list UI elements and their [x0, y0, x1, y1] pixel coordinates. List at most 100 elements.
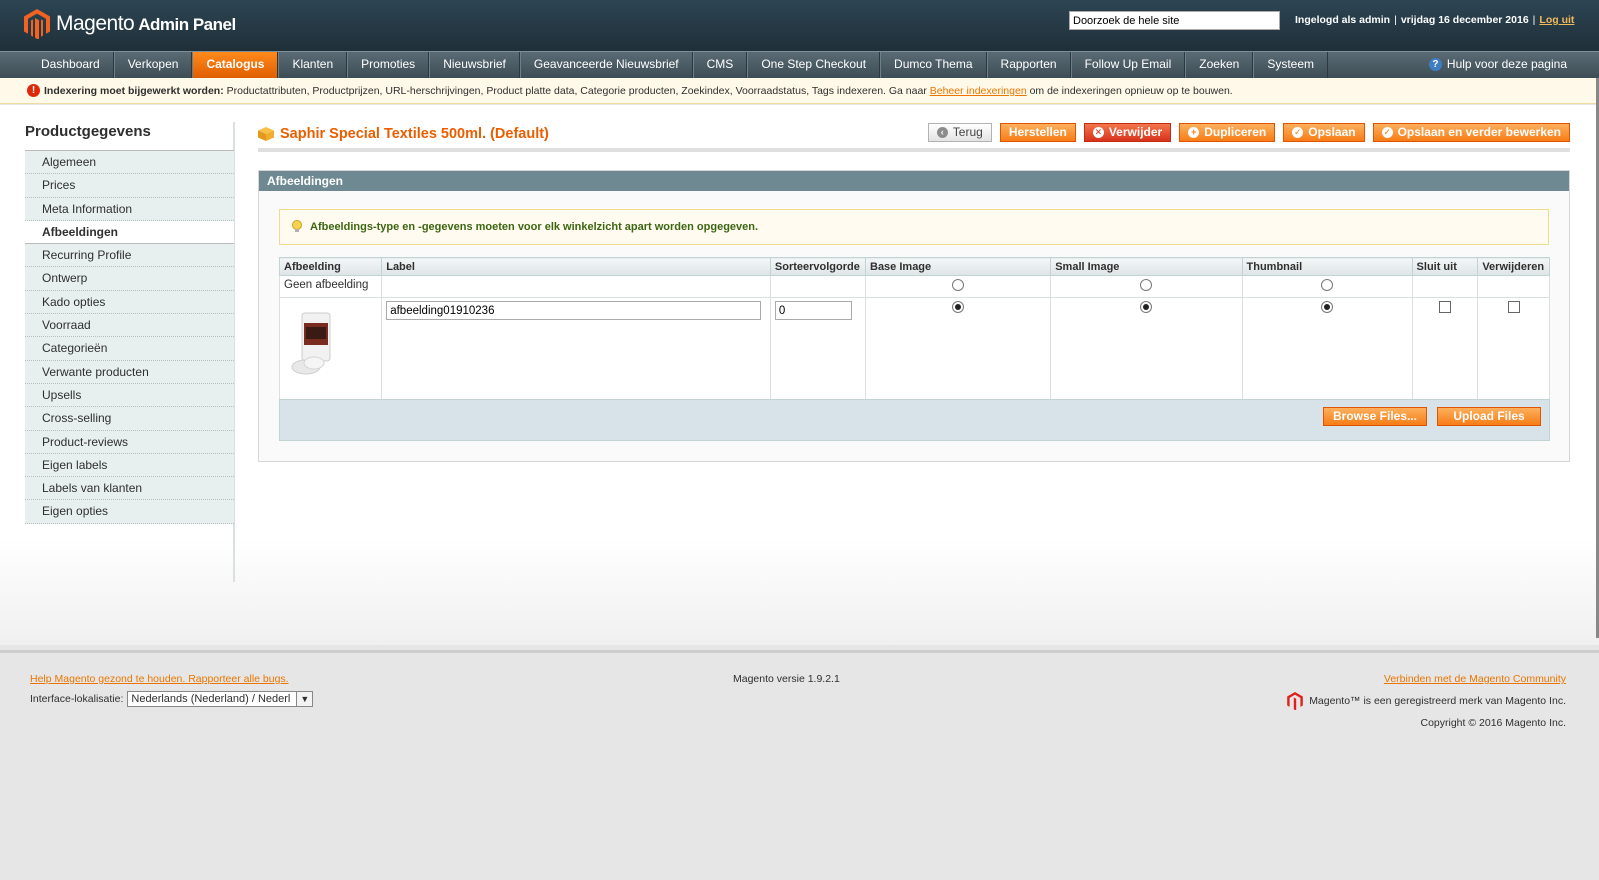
tip-text: Afbeeldings-type en -gegevens moeten voo… [310, 221, 759, 233]
nav-item-promoties[interactable]: Promoties [347, 52, 430, 78]
nav-item-klanten[interactable]: Klanten [278, 52, 348, 78]
error-icon: ! [27, 84, 40, 97]
reset-label: Herstellen [1008, 125, 1067, 139]
nav-item-nieuwsbrief[interactable]: Nieuwsbrief [429, 52, 520, 78]
check-icon: ✓ [1381, 127, 1393, 138]
nav-item-cms[interactable]: CMS [692, 52, 748, 78]
small-image-radio[interactable] [1140, 301, 1153, 313]
column-header-sluit-uit: Sluit uit [1411, 257, 1479, 276]
sort-order-input[interactable] [774, 301, 852, 320]
nav-item-verkopen[interactable]: Verkopen [113, 52, 193, 78]
column-header-afbeelding: Afbeelding [278, 257, 383, 276]
nav-item-rapporten[interactable]: Rapporten [986, 52, 1071, 78]
browse-files-button[interactable]: Browse Files... [1323, 407, 1427, 426]
help-link[interactable]: ? Hulp voor deze pagina [1428, 52, 1567, 77]
sidebar-item-cross-selling[interactable]: Cross-selling [25, 407, 234, 431]
logout-link[interactable]: Log uit [1539, 14, 1574, 26]
reset-button[interactable]: Herstellen [999, 123, 1076, 142]
table-header-row: Afbeelding Label Sorteervolgorde Base Image… [278, 257, 1550, 276]
table-row-no-image: Geen afbeelding [278, 275, 1550, 298]
header: MagentoAdmin Panel Ingelogd als admin|vr… [0, 0, 1599, 51]
trademark-text: Magento™ is een geregistreerd merk van M… [1309, 695, 1566, 707]
sidebar-item-voorraad[interactable]: Voorraad [25, 314, 234, 338]
column-header-sorteervolgorde: Sorteervolgorde [769, 257, 867, 276]
upload-label: Upload Files [1453, 409, 1525, 423]
sidebar-item-product-reviews[interactable]: Product-reviews [25, 430, 234, 454]
upload-files-button[interactable]: Upload Files [1437, 407, 1541, 426]
logged-in-text: Ingelogd als admin [1295, 14, 1391, 26]
check-icon: ✓ [1292, 127, 1304, 138]
sidebar-item-verwante-producten[interactable]: Verwante producten [25, 360, 234, 384]
empty-cell [1411, 275, 1479, 298]
base-none-cell [864, 275, 1052, 298]
duplicate-label: Dupliceren [1204, 125, 1267, 139]
magento-small-icon [1287, 692, 1303, 710]
sidebar-item-eigen-opties[interactable]: Eigen opties [25, 500, 234, 524]
column-header-verwijderen: Verwijderen [1477, 257, 1550, 276]
remove-checkbox[interactable] [1507, 301, 1520, 313]
column-header-thumbnail: Thumbnail [1241, 257, 1413, 276]
sidebar-item-afbeeldingen[interactable]: Afbeeldingen [25, 220, 234, 245]
product-thumbnail[interactable] [284, 309, 344, 379]
locale-label: Interface-lokalisatie: [30, 693, 124, 705]
base-cell [864, 297, 1052, 400]
base-image-radio[interactable] [952, 301, 965, 313]
sidebar-item-meta-information[interactable]: Meta Information [25, 197, 234, 221]
sidebar-item-recurring-profile[interactable]: Recurring Profile [25, 244, 234, 268]
images-section: Afbeeldingen Afbeeldings-type en -gegeve… [258, 170, 1570, 462]
save-button[interactable]: ✓ Opslaan [1283, 123, 1365, 142]
community-link[interactable]: Verbinden met de Magento Community [1384, 673, 1566, 685]
nav-item-dashboard[interactable]: Dashboard [28, 52, 114, 78]
duplicate-button[interactable]: + Dupliceren [1179, 123, 1276, 142]
empty-cell [1477, 275, 1550, 298]
sidebar-item-prices[interactable]: Prices [25, 174, 234, 198]
nav-item-geavanceerde-nieuwsbrief[interactable]: Geavanceerde Nieuwsbrief [519, 52, 693, 78]
column-header-label: Label [381, 257, 771, 276]
tip-box: Afbeeldings-type en -gegevens moeten voo… [279, 209, 1549, 245]
exclude-checkbox[interactable] [1438, 301, 1451, 313]
sidebar-item-ontwerp[interactable]: Ontwerp [25, 267, 234, 291]
locale-select[interactable]: Nederlands (Nederland) / Nederl ▼ [127, 691, 314, 707]
sidebar-item-kado-opties[interactable]: Kado opties [25, 290, 234, 315]
nav-item-one-step-checkout[interactable]: One Step Checkout [747, 52, 881, 78]
locale-row: Interface-lokalisatie: Nederlands (Neder… [30, 691, 314, 707]
nav-item-catalogus[interactable]: Catalogus [192, 52, 279, 78]
report-bugs-link[interactable]: Help Magento gezond te houden. Rapportee… [30, 673, 289, 685]
save-continue-button[interactable]: ✓ Opslaan en verder bewerken [1372, 123, 1570, 142]
nav-item-dumco-thema[interactable]: Dumco Thema [880, 52, 987, 78]
remove-cell [1477, 297, 1550, 400]
footer: Help Magento gezond te houden. Rapportee… [0, 650, 1599, 880]
global-search-input[interactable] [1069, 11, 1280, 30]
section-title: Afbeeldingen [259, 171, 1569, 191]
sidebar-item-algemeen[interactable]: Algemeen [25, 151, 234, 175]
delete-button[interactable]: ✕ Verwijder [1083, 123, 1172, 142]
page-title: Saphir Special Textiles 500ml. (Default) [280, 126, 549, 142]
empty-cell [381, 275, 771, 298]
sidebar-item-labels-van-klanten[interactable]: Labels van klanten [25, 477, 234, 501]
back-button[interactable]: ‹ Terug [927, 123, 992, 142]
sidebar-item-upsells[interactable]: Upsells [25, 383, 234, 408]
image-cell [278, 297, 383, 400]
nav-item-zoeken[interactable]: Zoeken [1185, 52, 1254, 78]
manage-index-link[interactable]: Beheer indexeringen [930, 85, 1027, 97]
trademark-row: Magento™ is een geregistreerd merk van M… [1287, 692, 1566, 710]
footer-left: Help Magento gezond te houden. Rapportee… [30, 673, 314, 707]
nav-item-systeem[interactable]: Systeem [1253, 52, 1328, 78]
thumb-none-cell [1241, 275, 1413, 298]
images-table: Afbeelding Label Sorteervolgorde Base Image… [278, 257, 1550, 400]
logo-text: Magento Admin Panel [56, 12, 236, 35]
main-nav-list: Dashboard Verkopen Catalogus Klanten Promoti… [28, 52, 1328, 78]
sidebar-item-eigen-labels[interactable]: Eigen labels [25, 453, 234, 478]
nav-item-follow-up-email[interactable]: Follow Up Email [1070, 52, 1186, 78]
thumbnail-none-radio[interactable] [1321, 279, 1334, 291]
image-label-input[interactable] [386, 301, 762, 320]
locale-value: Nederlands (Nederland) / Nederl [131, 693, 291, 705]
thumbnail-radio[interactable] [1321, 301, 1334, 313]
date-text: vrijdag 16 december 2016 [1400, 14, 1529, 26]
small-none-cell [1050, 275, 1243, 298]
magento-logo[interactable]: Magento Admin Panel [24, 9, 236, 39]
help-icon: ? [1428, 58, 1442, 71]
small-image-none-radio[interactable] [1140, 279, 1153, 291]
base-image-none-radio[interactable] [952, 279, 965, 291]
sidebar-item-categorieën[interactable]: Categorieën [25, 337, 234, 361]
